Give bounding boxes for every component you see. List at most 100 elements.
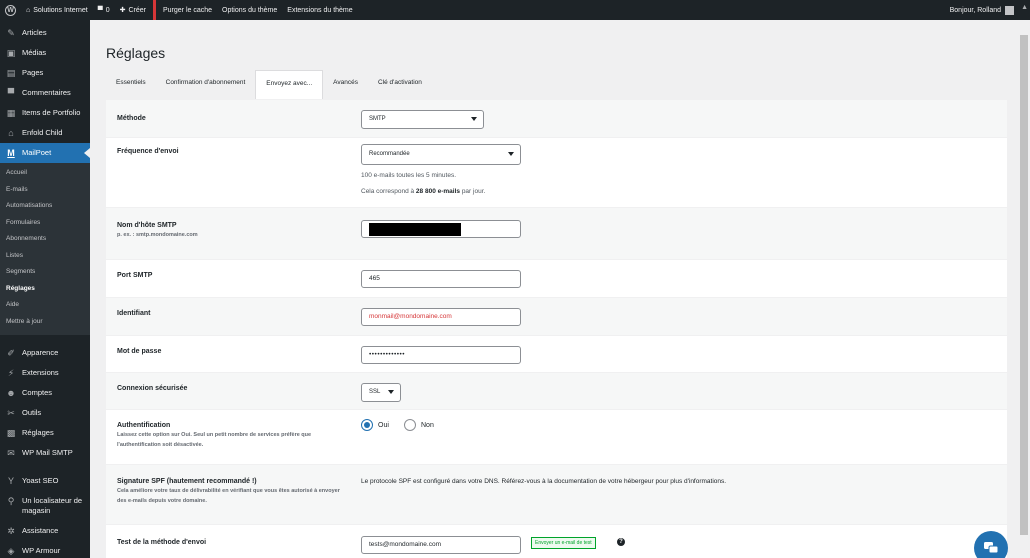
wp-logo-menu[interactable]: W: [0, 0, 21, 20]
row-smtp-port: Port SMTP 465: [106, 259, 1007, 297]
sidebar-item-medias[interactable]: ▣ Médias: [0, 43, 90, 63]
method-label: Méthode: [117, 115, 146, 122]
support-chat-button[interactable]: [974, 531, 1008, 558]
submenu-item-automatisations[interactable]: Automatisations: [0, 199, 90, 216]
test-email-input[interactable]: tests@mondomaine.com: [361, 536, 521, 554]
submenu-item-segments[interactable]: Segments: [0, 265, 90, 282]
portfolio-icon: ▦: [6, 108, 16, 118]
sidebar-item-label: Outils: [22, 408, 42, 417]
sidebar-item-label: Un localisateur de magasin: [22, 496, 83, 515]
shield-icon: ◈: [7, 546, 15, 556]
sidebar-item-extensions[interactable]: ⚡ Extensions: [0, 363, 90, 383]
theme-extensions-link[interactable]: Extensions du thème: [282, 0, 357, 20]
sidebar-item-assistance[interactable]: ✲ Assistance: [0, 521, 90, 541]
test-sending-label: Test de la méthode d'envoi: [117, 539, 207, 546]
password-input[interactable]: •••••••••••••: [361, 346, 521, 364]
scroll-up-arrow-icon[interactable]: ▲: [1021, 4, 1028, 11]
sidebar-item-articles[interactable]: ✎ Articles: [0, 23, 90, 43]
sidebar-item-comptes[interactable]: ☻ Comptes: [0, 383, 90, 403]
login-value: monmail@mondomaine.com: [369, 313, 452, 320]
sidebar-item-label: Commentaires: [22, 88, 71, 97]
smtp-port-input[interactable]: 465: [361, 270, 521, 288]
auth-no-radio[interactable]: Non: [404, 419, 434, 431]
page-title: Réglages: [106, 45, 166, 61]
sidebar-item-label: MailPoet: [22, 148, 52, 157]
smtp-port-label: Port SMTP: [117, 272, 153, 279]
secure-connection-label: Connexion sécurisée: [117, 385, 188, 392]
plugin-icon: ⚡: [7, 368, 15, 378]
theme-options-link[interactable]: Options du thème: [217, 0, 282, 20]
submenu-item-formulaires[interactable]: Formulaires: [0, 216, 90, 233]
sidebar-item-portfolio[interactable]: ▦ Items de Portfolio: [0, 103, 90, 123]
gear-icon: ✲: [7, 526, 15, 536]
submenu-item-abonnements[interactable]: Abonnements: [0, 232, 90, 249]
tab-cle-activation[interactable]: Clé d'activation: [368, 70, 432, 99]
purge-cache-link[interactable]: Purger le cache: [158, 0, 217, 20]
sidebar-item-label: Assistance: [22, 526, 59, 535]
page-scrollbar[interactable]: [1018, 20, 1030, 558]
account-menu[interactable]: Bonjour, Rolland: [949, 5, 1030, 15]
sidebar-item-store-locator[interactable]: ⚲ Un localisateur de magasin: [0, 491, 90, 521]
sidebar-item-label: WP Mail SMTP: [22, 448, 73, 457]
page-icon: ▤: [6, 68, 16, 78]
submenu-item-reglages[interactable]: Réglages: [0, 282, 90, 299]
auth-yes-radio[interactable]: Oui: [361, 419, 389, 431]
redacted-value: [369, 223, 461, 236]
chevron-down-icon: [508, 152, 514, 156]
tab-avances[interactable]: Avancés: [323, 70, 368, 99]
sidebar-item-label: Extensions: [22, 368, 59, 377]
submenu-item-emails[interactable]: E-mails: [0, 183, 90, 200]
main-content: Réglages Essentiels Confirmation d'abonn…: [90, 20, 1018, 558]
method-select[interactable]: SMTP: [361, 110, 484, 129]
new-content-menu[interactable]: ✚ Créer: [115, 0, 151, 20]
sidebar-item-apparence[interactable]: ✐ Apparence: [0, 343, 90, 363]
authentication-label: Authentification: [117, 422, 171, 429]
wrench-icon: ✂: [7, 408, 15, 418]
frequency-select[interactable]: Recommandée: [361, 144, 521, 165]
greeting-label: Bonjour, Rolland: [949, 6, 1001, 14]
auth-no-label: Non: [421, 421, 434, 429]
site-name-link[interactable]: ⌂ Solutions Internet: [21, 0, 93, 20]
site-name-label: Solutions Internet: [33, 6, 88, 14]
sidebar-item-comments[interactable]: ▀ Commentaires: [0, 83, 90, 103]
sidebar-item-label: Items de Portfolio: [22, 108, 81, 117]
submenu-item-aide[interactable]: Aide: [0, 298, 90, 315]
submenu-item-listes[interactable]: Listes: [0, 249, 90, 266]
submenu-item-accueil[interactable]: Accueil: [0, 166, 90, 183]
sidebar-item-pages[interactable]: ▤ Pages: [0, 63, 90, 83]
frequency-help-prefix: Cela correspond à: [361, 188, 416, 195]
sidebar-item-yoast-seo[interactable]: Y Yoast SEO: [0, 471, 90, 491]
scrollbar-thumb[interactable]: [1020, 35, 1028, 535]
password-value: •••••••••••••: [369, 351, 406, 358]
sidebar-item-reglages[interactable]: ▩ Réglages: [0, 423, 90, 443]
smtp-host-description: p. ex. : smtp.mondomaine.com: [117, 232, 198, 238]
smtp-host-input[interactable]: [361, 220, 521, 238]
map-pin-icon: ⚲: [7, 496, 15, 506]
sidebar-item-label: Médias: [22, 48, 47, 57]
sidebar-item-label: Apparence: [22, 348, 59, 357]
settings-icon: ▩: [6, 428, 16, 438]
pin-icon: ✎: [7, 28, 15, 38]
settings-tabs: Essentiels Confirmation d'abonnement Env…: [106, 70, 432, 99]
tab-essentiels[interactable]: Essentiels: [106, 70, 156, 99]
frequency-label: Fréquence d'envoi: [117, 148, 179, 155]
submenu-item-mettre-a-jour[interactable]: Mettre à jour: [0, 315, 90, 332]
send-test-email-button[interactable]: Envoyer un e-mail de test: [531, 537, 596, 549]
test-email-value: tests@mondomaine.com: [369, 541, 441, 548]
spf-status-text: Le protocole SPF est configuré dans votr…: [361, 478, 727, 485]
comments-count: 0: [105, 6, 110, 14]
help-question-icon[interactable]: ?: [617, 538, 625, 546]
tab-envoyez-avec[interactable]: Envoyez avec...: [255, 70, 324, 99]
sidebar-item-enfold-child[interactable]: ⌂ Enfold Child: [0, 123, 90, 143]
purge-cache-label: Purger le cache: [162, 6, 213, 14]
sidebar-item-outils[interactable]: ✂ Outils: [0, 403, 90, 423]
login-input[interactable]: monmail@mondomaine.com: [361, 308, 521, 326]
secure-connection-select[interactable]: SSL: [361, 383, 401, 402]
comments-link[interactable]: ▀ 0: [93, 0, 115, 20]
sidebar-item-wp-armour[interactable]: ◈ WP Armour: [0, 541, 90, 558]
frequency-select-value: Recommandée: [369, 151, 410, 157]
sidebar-item-mailpoet[interactable]: M MailPoet: [0, 143, 90, 163]
tab-confirmation[interactable]: Confirmation d'abonnement: [156, 70, 256, 99]
secure-connection-value: SSL: [369, 389, 381, 395]
sidebar-item-wp-mail-smtp[interactable]: ✉ WP Mail SMTP: [0, 443, 90, 463]
